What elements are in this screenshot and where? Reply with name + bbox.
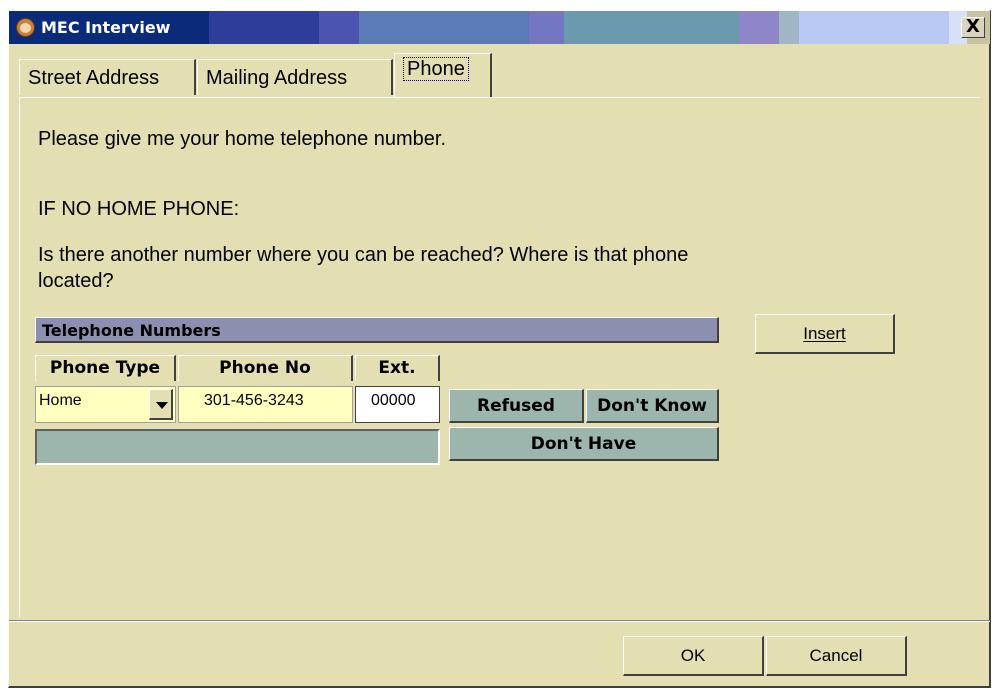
- dont-have-button[interactable]: Don't Have: [449, 427, 719, 461]
- tab-label: Phone: [403, 57, 469, 81]
- prompt-another-number-cont: located?: [38, 270, 114, 292]
- column-header-ext: Ext.: [355, 355, 440, 381]
- phone-entry-row-empty[interactable]: [35, 429, 440, 465]
- cancel-button[interactable]: Cancel: [766, 636, 907, 676]
- insert-button-label: Insert: [803, 324, 846, 343]
- prompt-if-no-home-phone: IF NO HOME PHONE:: [38, 198, 240, 220]
- tab-label: Street Address: [28, 67, 160, 89]
- chevron-down-icon[interactable]: [149, 389, 173, 420]
- prompt-another-number: Is there another number where you can be…: [38, 244, 689, 266]
- title-bar[interactable]: MEC Interview X: [9, 11, 990, 44]
- footer-divider: [9, 620, 990, 622]
- close-button[interactable]: X: [961, 17, 985, 38]
- tab-mailing-address[interactable]: Mailing Address: [197, 59, 393, 95]
- extension-field[interactable]: 00000: [355, 386, 440, 423]
- tab-label: Mailing Address: [206, 67, 348, 89]
- refused-button[interactable]: Refused: [449, 389, 584, 423]
- dont-know-button[interactable]: Don't Know: [586, 389, 719, 423]
- tab-street-address[interactable]: Street Address: [19, 59, 196, 95]
- column-header-phone-type: Phone Type: [35, 355, 176, 381]
- telephone-numbers-header: Telephone Numbers: [35, 317, 719, 343]
- mec-interview-window: MEC Interview X Street Address Mailing A…: [8, 10, 991, 688]
- prompt-home-phone: Please give me your home telephone numbe…: [38, 128, 447, 150]
- window-title: MEC Interview: [41, 18, 171, 37]
- phone-type-select[interactable]: Home: [35, 386, 176, 423]
- phone-number-field[interactable]: 301-456-3243: [178, 386, 353, 423]
- ok-button[interactable]: OK: [623, 636, 764, 676]
- insert-button[interactable]: Insert: [755, 314, 895, 354]
- phone-type-value: Home: [39, 392, 82, 409]
- column-header-phone-no: Phone No: [178, 355, 353, 381]
- tab-phone[interactable]: Phone: [394, 53, 492, 97]
- app-monkey-icon: [16, 18, 35, 37]
